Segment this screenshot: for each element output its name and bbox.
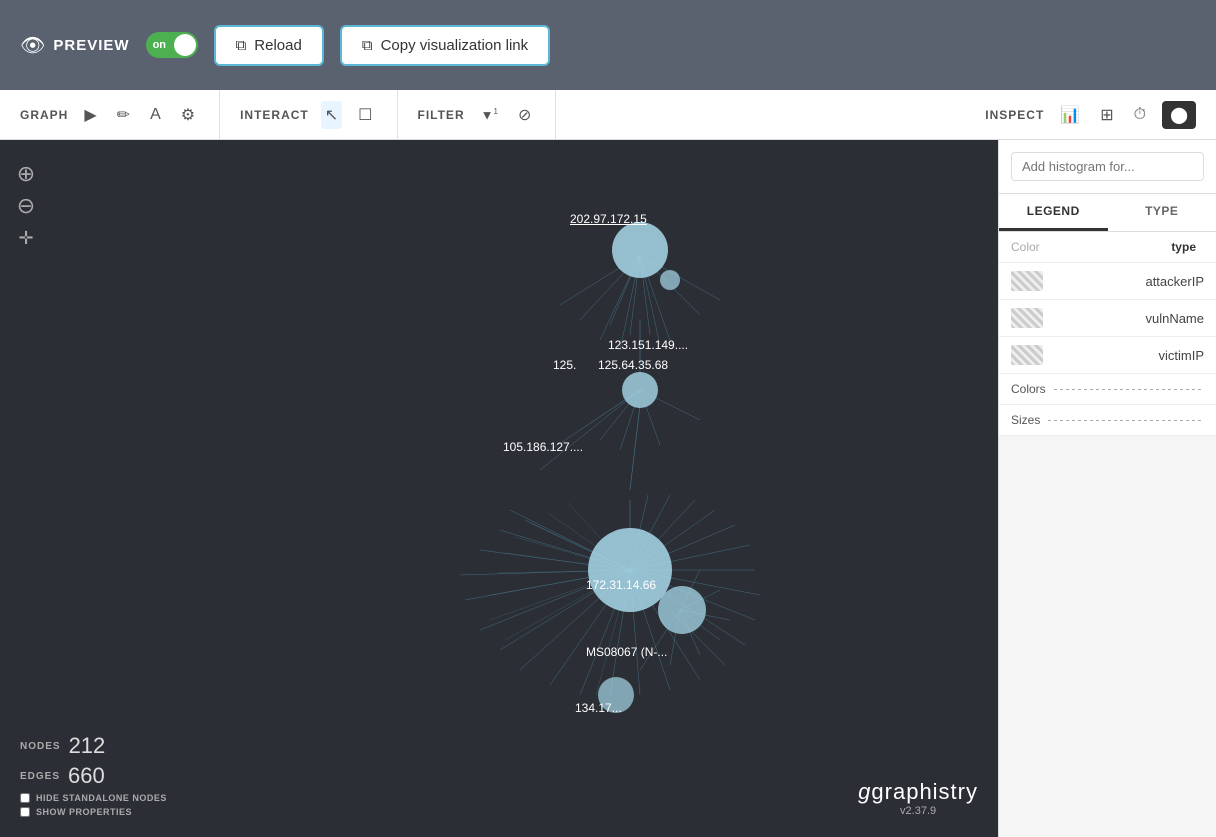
preview-section: 👁 PREVIEW xyxy=(20,33,130,58)
nodes-label: NODES xyxy=(20,741,61,752)
pan-icon[interactable]: ✛ xyxy=(12,224,40,252)
filter-label: FILTER xyxy=(418,108,465,122)
tab-legend[interactable]: LEGEND xyxy=(999,194,1108,231)
interact-label: INTERACT xyxy=(240,108,309,122)
legend-label-2: victimIP xyxy=(1159,348,1205,363)
legend-label-1: vulnName xyxy=(1145,311,1204,326)
legend-type-header: type xyxy=(1171,240,1204,254)
node-label-6: MS08067 (N-... xyxy=(586,645,667,659)
reload-icon: ⧉ xyxy=(236,37,247,54)
preview-toggle[interactable]: on xyxy=(146,32,198,58)
colors-row: Colors xyxy=(999,374,1216,405)
graph-label: GRAPH xyxy=(20,108,68,122)
inspect-section: INSPECT 📊 ⊞ ⏱ ⬤ xyxy=(965,90,1216,139)
edges-stat-row: EDGES 660 xyxy=(20,763,167,789)
preview-label: PREVIEW xyxy=(53,37,129,54)
sizes-label: Sizes xyxy=(1011,413,1040,427)
cursor-icon[interactable]: ↖ xyxy=(321,101,342,129)
nodes-count: 212 xyxy=(69,733,106,759)
nodes-stat-row: NODES 212 xyxy=(20,733,167,759)
filter-icon[interactable]: ▼1 xyxy=(477,103,502,126)
toolbar: GRAPH ▶ ✏ A ⚙ INTERACT ↖ ☐ FILTER ▼1 ⊘ I… xyxy=(0,90,1216,140)
copy-icon: ⧉ xyxy=(362,37,373,54)
node-label-1: 123.151.149.... xyxy=(608,338,688,352)
text-icon[interactable]: A xyxy=(146,102,165,128)
edges-label: EDGES xyxy=(20,771,60,782)
node-label-2: 125.64.35.68 xyxy=(598,358,668,372)
active-inspect-icon[interactable]: ⬤ xyxy=(1162,101,1196,129)
zoom-in-button[interactable]: ⊕ xyxy=(12,160,40,188)
node-label-4: 105.186.127.... xyxy=(503,440,583,454)
filter-section: FILTER ▼1 ⊘ xyxy=(398,90,557,139)
colors-label: Colors xyxy=(1011,382,1046,396)
show-properties-label: SHOW PROPERTIES xyxy=(36,807,132,817)
graph-stats: NODES 212 EDGES 660 HIDE STANDALONE NODE… xyxy=(20,733,167,817)
top-bar: 👁 PREVIEW on ⧉ Reload ⧉ Copy visualizati… xyxy=(0,0,1216,90)
toggle-on-text: on xyxy=(153,39,166,51)
tab-type[interactable]: TYPE xyxy=(1108,194,1216,231)
histogram-section xyxy=(999,140,1216,194)
node-label-0: 202.97.172.15 xyxy=(570,212,647,226)
legend-row-victimip: victimIP xyxy=(999,337,1216,374)
reload-label: Reload xyxy=(254,37,302,54)
hide-standalone-checkbox[interactable] xyxy=(20,793,30,803)
histogram-input[interactable] xyxy=(1011,152,1204,181)
show-properties-row: SHOW PROPERTIES xyxy=(20,807,167,817)
select-icon[interactable]: ☐ xyxy=(354,101,376,129)
histogram-icon[interactable]: 📊 xyxy=(1056,101,1084,129)
reload-button[interactable]: ⧉ Reload xyxy=(214,25,324,66)
main-area: ⊕ ⊖ ✛ xyxy=(0,140,1216,837)
show-properties-checkbox[interactable] xyxy=(20,807,30,817)
hide-standalone-row: HIDE STANDALONE NODES xyxy=(20,793,167,803)
interact-section: INTERACT ↖ ☐ xyxy=(220,90,397,139)
copy-link-button[interactable]: ⧉ Copy visualization link xyxy=(340,25,550,66)
legend-row-attackerip: attackerIP xyxy=(999,263,1216,300)
right-panel: LEGEND TYPE Color type attackerIP vulnNa… xyxy=(998,140,1216,837)
clock-icon[interactable]: ⏱ xyxy=(1130,102,1150,128)
zoom-out-button[interactable]: ⊖ xyxy=(12,192,40,220)
brand-version: v2.37.9 xyxy=(858,805,978,817)
legend-swatch-2 xyxy=(1011,345,1043,365)
clear-filter-icon[interactable]: ⊘ xyxy=(514,101,535,129)
node-label-5: 172.31.14.66 xyxy=(586,578,656,592)
node-label-7: 134.17... xyxy=(575,701,622,715)
canvas-area[interactable]: ⊕ ⊖ ✛ xyxy=(0,140,998,837)
legend-row-vulnname: vulnName xyxy=(999,300,1216,337)
eye-icon: 👁 xyxy=(20,33,45,58)
brand-name: graphistry xyxy=(871,779,978,804)
zoom-controls: ⊕ ⊖ ✛ xyxy=(12,160,40,252)
settings-icon[interactable]: ⚙ xyxy=(177,101,199,129)
edges-count: 660 xyxy=(68,763,105,789)
legend-color-header: Color xyxy=(1011,240,1040,254)
brush-icon[interactable]: ✏ xyxy=(113,101,134,129)
hide-standalone-label: HIDE STANDALONE NODES xyxy=(36,793,167,803)
legend-swatch-1 xyxy=(1011,308,1043,328)
play-icon[interactable]: ▶ xyxy=(80,101,100,129)
legend-swatch-0 xyxy=(1011,271,1043,291)
node-label-3: 125. xyxy=(553,358,576,372)
panel-tabs: LEGEND TYPE xyxy=(999,194,1216,232)
legend-header: Color type xyxy=(999,232,1216,263)
toggle-knob xyxy=(174,34,196,56)
graph-section: GRAPH ▶ ✏ A ⚙ xyxy=(0,90,220,139)
sizes-row: Sizes xyxy=(999,405,1216,436)
table-icon[interactable]: ⊞ xyxy=(1096,101,1117,129)
copy-link-label: Copy visualization link xyxy=(381,37,529,54)
watermark: ggraphistry v2.37.9 xyxy=(858,779,978,817)
legend-label-0: attackerIP xyxy=(1145,274,1204,289)
sizes-line xyxy=(1048,420,1204,421)
inspect-label: INSPECT xyxy=(985,108,1044,122)
colors-line xyxy=(1054,389,1204,390)
